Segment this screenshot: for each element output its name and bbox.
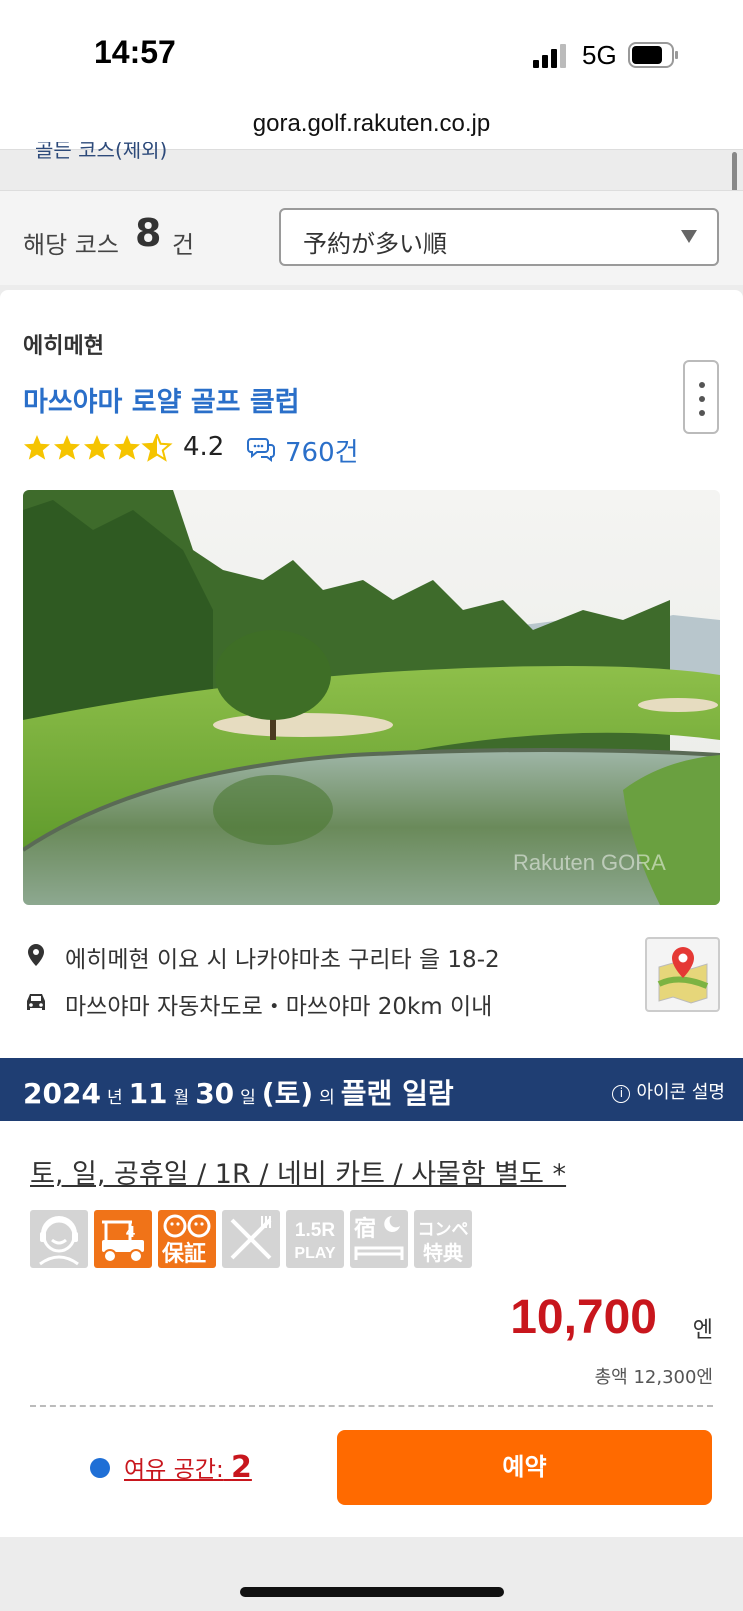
availability-text: 여유 공간: 2 [124, 1450, 252, 1485]
plan-title-link[interactable]: 토, 일, 공휴일 / 1R / 네비 카트 / 사물함 별도 * [30, 1152, 566, 1191]
plan-weekday: (토) [261, 1077, 314, 1110]
plan-price: 10,700 [510, 1291, 657, 1344]
plan-year: 2024 [23, 1077, 101, 1110]
cart-4-icon: 4 [94, 1210, 152, 1268]
more-options-button[interactable] [683, 360, 719, 434]
caddie-icon [30, 1210, 88, 1268]
of-label: 의 [319, 1088, 335, 1108]
rating-value: 4.2 [183, 432, 225, 462]
play-1-5r-icon: 1.5R PLAY [286, 1210, 344, 1268]
plan-date: 2024 년 11 월 30 일 (토) 의 플랜 일람 [23, 1072, 454, 1112]
results-bar: 해당 코스 8 건 予約が多い順 [0, 190, 743, 285]
sort-selected-value: 予約が多い順 [303, 230, 447, 258]
rating-row: 4.2 760건 [23, 430, 423, 469]
url-text: gora.golf.rakuten.co.jp [252, 110, 491, 137]
course-name-link[interactable]: 마쓰야마 로얄 골프 클럽 [23, 380, 300, 419]
reserve-button[interactable]: 예약 [337, 1430, 712, 1505]
total-price: 총액 12,300엔 [594, 1367, 713, 1388]
svg-text:1.5R: 1.5R [295, 1220, 335, 1241]
review-count-link[interactable]: 760건 [285, 432, 359, 469]
car-icon [27, 994, 45, 1010]
home-indicator[interactable] [240, 1587, 504, 1597]
dot-icon [699, 382, 705, 388]
battery-icon [628, 42, 678, 68]
svg-text:特典: 特典 [423, 1241, 463, 1265]
meal-icon [222, 1210, 280, 1268]
guarantee-icon: 保証 [158, 1210, 216, 1268]
results-count: 8 [135, 211, 162, 255]
availability-label: 여유 공간: [124, 1457, 224, 1483]
map-icon [657, 947, 709, 1004]
results-label: 해당 코스 [23, 231, 119, 259]
status-bar: 14:57 5G [0, 0, 743, 100]
svg-text:宿: 宿 [354, 1216, 376, 1242]
plan-list-title: 플랜 일람 [340, 1077, 454, 1110]
year-unit: 년 [106, 1088, 123, 1108]
divider [30, 1405, 713, 1407]
results-unit: 건 [172, 231, 195, 259]
plan-month: 11 [128, 1077, 168, 1110]
sort-select[interactable]: 予約が多い順 [279, 208, 719, 266]
lodging-icon: 宿 [350, 1210, 408, 1268]
svg-text:4: 4 [126, 1224, 135, 1241]
svg-text:保証: 保証 [161, 1241, 206, 1267]
dropdown-arrow-icon [681, 230, 697, 243]
plan-day: 30 [195, 1077, 235, 1110]
compe-special-icon: コンペ 特典 [414, 1210, 472, 1268]
card-gap [0, 1537, 743, 1570]
network-label: 5G [582, 40, 617, 70]
rating-stars-icon [24, 434, 171, 461]
price-unit: 엔 [692, 1318, 713, 1343]
review-bubble-icon [247, 438, 275, 462]
icon-legend-label: 아이콘 설명 [636, 1082, 725, 1103]
svg-text:PLAY: PLAY [294, 1245, 336, 1262]
course-prefecture: 에히메현 [23, 334, 104, 359]
dot-icon [699, 410, 705, 416]
svg-text:コンペ: コンペ [418, 1220, 469, 1240]
course-photo[interactable]: Rakuten GORA [23, 490, 720, 905]
info-icon: i [612, 1085, 631, 1103]
location-pin-icon [28, 944, 44, 966]
availability-count: 2 [231, 1450, 252, 1485]
access-text: 마쓰야마 자동차도로・마쓰야마 20km 이내 [65, 994, 493, 1020]
photo-watermark: Rakuten GORA [513, 850, 666, 875]
availability-dot-icon [90, 1458, 110, 1478]
map-button[interactable] [645, 937, 720, 1012]
partial-filter-text: 골든 코스(제외) [35, 142, 168, 162]
address-text: 에히메현 이요 시 나카야마초 구리타 을 18-2 [65, 947, 500, 973]
dot-icon [699, 396, 705, 402]
course-card: 에히메현 마쓰야마 로얄 골프 클럽 4.2 760건 Rakuten GORA… [0, 290, 743, 1570]
icon-legend-link[interactable]: i 아이콘 설명 [612, 1078, 725, 1104]
status-time: 14:57 [94, 34, 176, 70]
day-unit: 일 [240, 1088, 256, 1108]
plan-list-header: 2024 년 11 월 30 일 (토) 의 플랜 일람 i 아이콘 설명 [0, 1058, 743, 1121]
month-unit: 월 [173, 1088, 190, 1108]
signal-icon [533, 44, 566, 68]
